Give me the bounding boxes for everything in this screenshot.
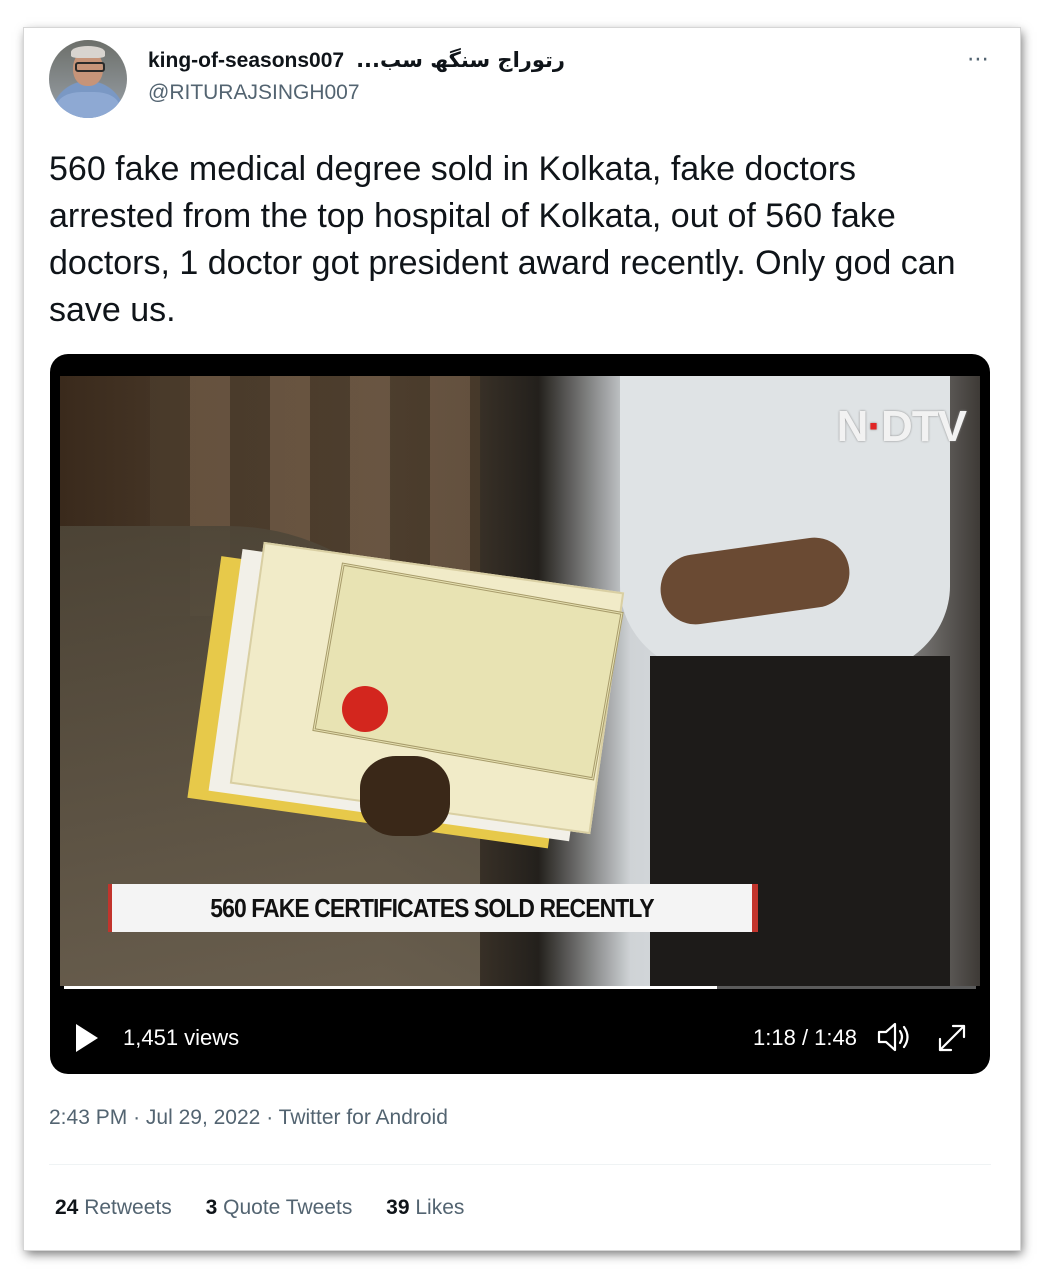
tweet-time[interactable]: 2:43 PM xyxy=(49,1106,127,1129)
quote-tweets-stat[interactable]: 3 Quote Tweets xyxy=(206,1196,353,1219)
video-frame[interactable]: N·DTV 560 FAKE CERTIFICATES SOLD RECENTL… xyxy=(60,376,980,986)
more-options-icon[interactable]: ⋯ xyxy=(967,46,990,72)
video-progress-fill xyxy=(64,986,717,989)
avatar[interactable] xyxy=(49,40,127,118)
video-progress-bar[interactable] xyxy=(64,986,976,989)
video-controls: 1,451 views 1:18 / 1:48 xyxy=(50,994,990,1074)
likes-stat[interactable]: 39 Likes xyxy=(386,1196,464,1219)
tweet-card: king-of-seasons007 رتوراج سنگھ سب... @RIT… xyxy=(24,28,1020,1250)
divider xyxy=(49,1164,991,1165)
tweet-date[interactable]: Jul 29, 2022 xyxy=(146,1106,260,1129)
author-handle[interactable]: @RITURAJSINGH007 xyxy=(148,81,360,105)
author-display-name[interactable]: king-of-seasons007 xyxy=(148,49,344,72)
meta-separator: · xyxy=(266,1106,274,1129)
video-player[interactable]: N·DTV 560 FAKE CERTIFICATES SOLD RECENTL… xyxy=(50,354,990,1074)
frame-pants xyxy=(650,656,950,986)
volume-icon[interactable] xyxy=(876,1020,912,1054)
frame-seal xyxy=(342,686,388,732)
frame-hand xyxy=(360,756,450,836)
video-caption-text: 560 FAKE CERTIFICATES SOLD RECENTLY xyxy=(210,893,654,923)
avatar-shirt xyxy=(57,92,119,118)
avatar-glasses xyxy=(75,62,105,72)
engagement-stats: 24 Retweets 3 Quote Tweets 39 Likes xyxy=(55,1196,492,1220)
play-icon[interactable] xyxy=(76,1024,98,1052)
fullscreen-icon[interactable] xyxy=(934,1020,970,1056)
tweet-meta: 2:43 PM · Jul 29, 2022 · Twitter for And… xyxy=(49,1106,448,1130)
retweets-stat[interactable]: 24 Retweets xyxy=(55,1196,172,1219)
avatar-hair xyxy=(71,46,105,58)
meta-separator: · xyxy=(133,1106,141,1129)
tweet-source[interactable]: Twitter for Android xyxy=(279,1106,448,1129)
video-caption-banner: 560 FAKE CERTIFICATES SOLD RECENTLY xyxy=(108,884,758,932)
ndtv-logo: N·DTV xyxy=(836,402,967,451)
video-time: 1:18 / 1:48 xyxy=(753,1025,857,1050)
view-count: 1,451 views xyxy=(123,1025,240,1050)
tweet-text: 560 fake medical degree sold in Kolkata,… xyxy=(49,150,956,329)
author-name[interactable]: king-of-seasons007 رتوراج سنگھ سب... xyxy=(148,48,565,73)
author-display-name-urdu[interactable]: رتوراج سنگھ سب... xyxy=(356,48,565,72)
